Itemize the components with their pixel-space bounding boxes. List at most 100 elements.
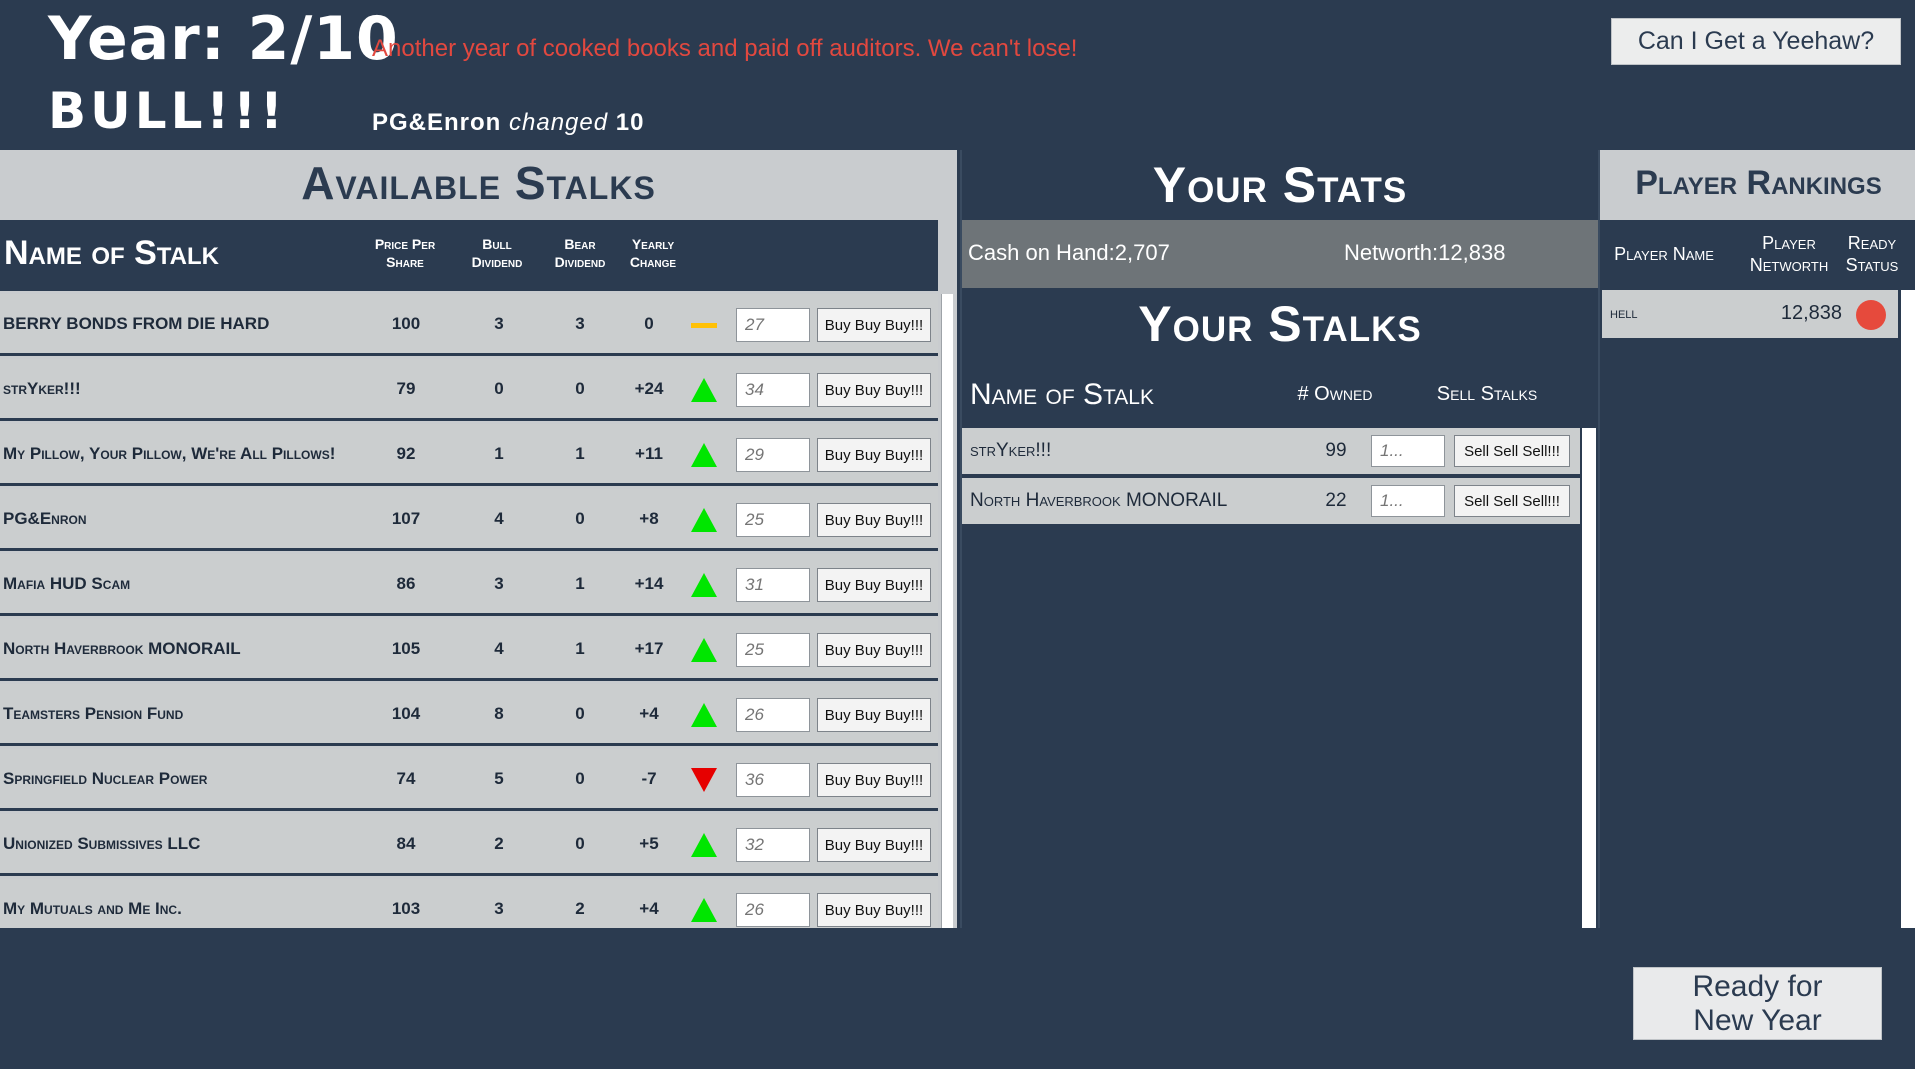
available-stalks-scrollbar[interactable] xyxy=(941,294,953,928)
available-stalks-title: Available Stalks xyxy=(301,157,656,209)
stock-yearly-change: +14 xyxy=(634,574,664,593)
stock-row: PG&Enron 107 4 0 +8 Buy Buy Buy!!! xyxy=(0,489,938,551)
stock-yearly-change: +4 xyxy=(639,899,659,918)
stock-bear-dividend: 0 xyxy=(575,834,585,853)
owned-stock-row: North Haverbrook MONORAIL 22 Sell Sell Sel… xyxy=(962,478,1580,524)
buy-button[interactable]: Buy Buy Buy!!! xyxy=(817,438,931,472)
stock-price: 79 xyxy=(396,379,416,398)
stock-row: Springfield Nuclear Power 74 5 0 -7 Buy Buy B… xyxy=(0,749,938,811)
available-stalks-header: Name of Stalk Price Per Share Bull Divid… xyxy=(0,220,938,291)
buy-button[interactable]: Buy Buy Buy!!! xyxy=(817,828,931,862)
stock-row: Mafia HUD Scam 86 3 1 +14 Buy Buy Buy!!! xyxy=(0,554,938,616)
col-bull-dividend: Bull Dividend xyxy=(471,236,523,270)
buy-button[interactable]: Buy Buy Buy!!! xyxy=(817,373,931,407)
stock-yearly-change: 0 xyxy=(644,314,654,333)
stock-bear-dividend: 0 xyxy=(575,769,585,788)
your-stalks-title: Your Stalks xyxy=(1138,296,1422,352)
owned-count: 99 xyxy=(1325,440,1347,461)
your-stalks-scrollbar[interactable] xyxy=(1582,428,1596,928)
stock-price: 107 xyxy=(391,509,421,528)
stock-name: My Mutuals and Me Inc. xyxy=(3,899,182,918)
change-value: 10 xyxy=(615,109,645,136)
change-verb: changed xyxy=(509,109,609,136)
sell-quantity-input[interactable] xyxy=(1371,435,1445,467)
ready-status-indicator xyxy=(1856,300,1886,330)
owned-count: 22 xyxy=(1325,490,1347,511)
stock-name: My Pillow, Your Pillow, We're All Pillow… xyxy=(3,444,336,463)
stock-name: Unionized Submissives LLC xyxy=(3,834,201,853)
stock-row: North Haverbrook MONORAIL 105 4 1 +17 Buy Buy… xyxy=(0,619,938,681)
stock-yearly-change: +8 xyxy=(639,509,659,528)
stock-price: 74 xyxy=(396,769,416,788)
buy-quantity-input[interactable] xyxy=(736,893,810,927)
your-stats-panel: Your Stats Cash on Hand:2,707 Networth:1… xyxy=(960,150,1598,928)
col-yearly-change: Yearly Change xyxy=(629,236,677,270)
stock-price: 86 xyxy=(396,574,416,593)
buy-quantity-input[interactable] xyxy=(736,568,810,602)
stock-bear-dividend: 1 xyxy=(575,444,585,463)
your-stats-title: Your Stats xyxy=(1152,157,1408,213)
stock-bear-dividend: 0 xyxy=(575,704,585,723)
year-message: Another year of cooked books and paid of… xyxy=(372,35,1078,62)
stock-bull-dividend: 4 xyxy=(494,639,504,658)
player-name: hell xyxy=(1610,305,1638,322)
buy-quantity-input[interactable] xyxy=(736,373,810,407)
buy-quantity-input[interactable] xyxy=(736,308,810,342)
buy-button[interactable]: Buy Buy Buy!!! xyxy=(817,503,931,537)
stock-bull-dividend: 8 xyxy=(494,704,504,723)
buy-quantity-input[interactable] xyxy=(736,503,810,537)
stats-summary-bar: Cash on Hand:2,707 Networth:12,838 xyxy=(962,220,1598,288)
player-rankings-scrollbar[interactable] xyxy=(1901,290,1915,928)
buy-quantity-input[interactable] xyxy=(736,828,810,862)
player-row: hell 12,838 xyxy=(1602,290,1898,338)
market-mode: BULL!!! xyxy=(48,82,287,140)
stock-yearly-change: +4 xyxy=(639,704,659,723)
stock-bull-dividend: 2 xyxy=(494,834,504,853)
stock-price: 100 xyxy=(391,314,421,333)
trend-up-icon xyxy=(691,638,717,662)
stock-row: My Mutuals and Me Inc. 103 3 2 +4 Buy Buy Buy… xyxy=(0,879,938,928)
col-player-name: Player Name xyxy=(1614,244,1714,264)
buy-quantity-input[interactable] xyxy=(736,633,810,667)
sell-quantity-input[interactable] xyxy=(1371,485,1445,517)
buy-button[interactable]: Buy Buy Buy!!! xyxy=(817,633,931,667)
trend-up-icon xyxy=(691,898,717,922)
available-stalks-list: BERRY BONDS FROM DIE HARD100330Buy Buy B… xyxy=(0,294,938,928)
stock-bull-dividend: 3 xyxy=(494,314,504,333)
change-note: PG&Enron changed 10 xyxy=(372,109,644,137)
stock-price: 92 xyxy=(396,444,416,463)
stock-yearly-change: +24 xyxy=(634,379,664,398)
trend-up-icon xyxy=(691,508,717,532)
stock-yearly-change: +11 xyxy=(635,444,663,463)
buy-quantity-input[interactable] xyxy=(736,763,810,797)
buy-quantity-input[interactable] xyxy=(736,698,810,732)
buy-button[interactable]: Buy Buy Buy!!! xyxy=(817,698,931,732)
ready-for-new-year-button[interactable]: Ready for New Year xyxy=(1633,967,1882,1040)
buy-quantity-input[interactable] xyxy=(736,438,810,472)
stock-bull-dividend: 3 xyxy=(494,899,504,918)
stock-name: strYker!!! xyxy=(3,379,81,398)
stock-bull-dividend: 5 xyxy=(494,769,504,788)
col-ready-status: Ready Status xyxy=(1845,233,1899,275)
trend-down-icon xyxy=(691,768,717,792)
stock-row: strYker!!! 79 0 0 +24 Buy Buy Buy!!! xyxy=(0,359,938,421)
sell-button[interactable]: Sell Sell Sell!!! xyxy=(1454,485,1570,517)
trend-flat-icon xyxy=(691,323,717,328)
buy-button[interactable]: Buy Buy Buy!!! xyxy=(817,893,931,927)
owned-stock-row: strYker!!! 99 Sell Sell Sell!!! xyxy=(962,428,1580,474)
buy-button[interactable]: Buy Buy Buy!!! xyxy=(817,308,931,342)
stock-bear-dividend: 1 xyxy=(575,639,585,658)
col-price-per-share: Price Per Share xyxy=(374,236,436,270)
stock-price: 105 xyxy=(391,639,421,658)
buy-button[interactable]: Buy Buy Buy!!! xyxy=(817,763,931,797)
cash-on-hand: Cash on Hand:2,707 xyxy=(968,240,1170,265)
yeehaw-button[interactable]: Can I Get a Yeehaw? xyxy=(1611,18,1901,65)
stock-bull-dividend: 3 xyxy=(494,574,504,593)
buy-button[interactable]: Buy Buy Buy!!! xyxy=(817,568,931,602)
trend-up-icon xyxy=(691,833,717,857)
player-rankings-title-bar: Player Rankings xyxy=(1600,150,1915,220)
year-title: Year: 2/10 xyxy=(48,4,399,74)
player-rankings-panel: Player Rankings Player Name Player Netwo… xyxy=(1598,150,1915,928)
stock-yearly-change: -7 xyxy=(641,769,657,788)
sell-button[interactable]: Sell Sell Sell!!! xyxy=(1454,435,1570,467)
